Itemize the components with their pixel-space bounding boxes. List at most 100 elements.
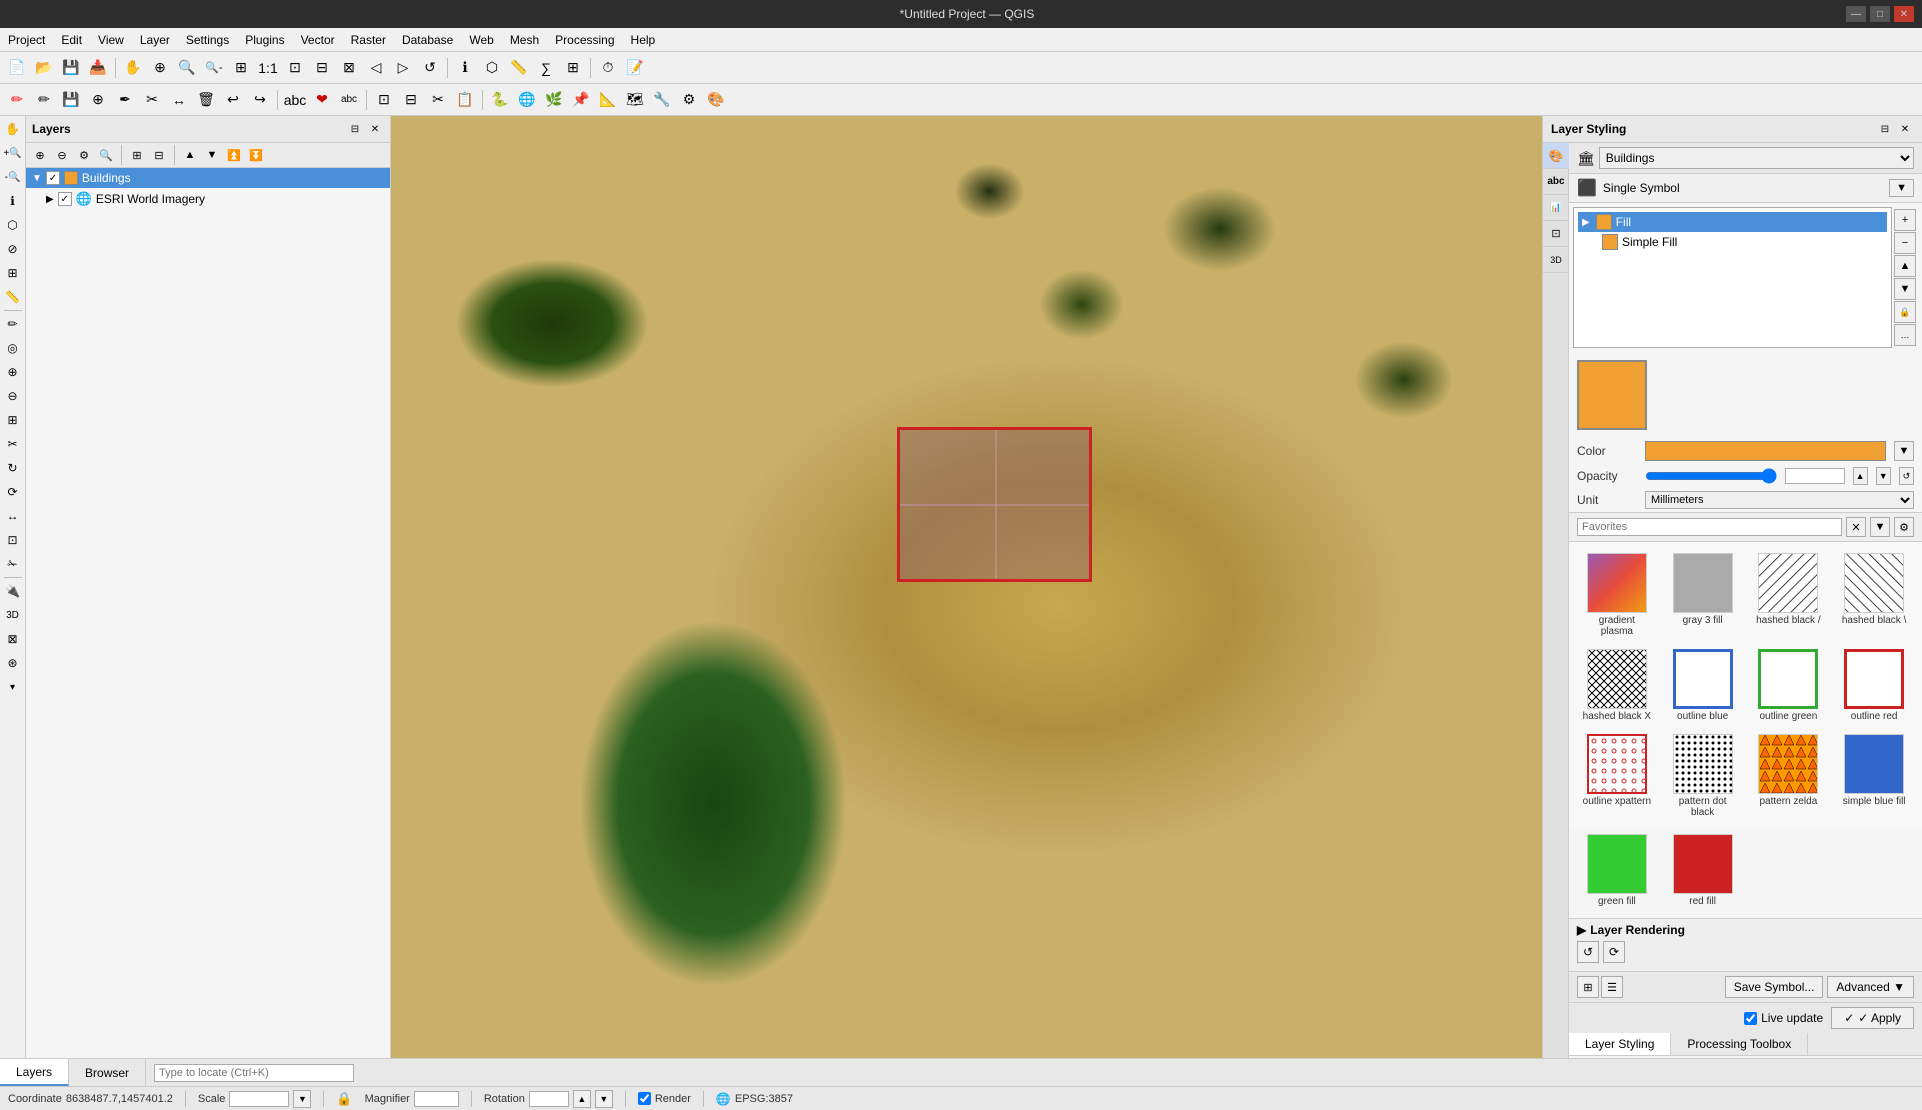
current-edit-button[interactable]: ✏ <box>4 87 30 113</box>
edit-nodes-left[interactable]: ✏ <box>2 313 24 335</box>
rotation-input[interactable]: 0.0 ° <box>529 1091 569 1107</box>
minimize-button[interactable]: — <box>1846 6 1866 22</box>
opacity-up[interactable]: ▲ <box>1853 467 1868 485</box>
save-project-button[interactable]: 💾 <box>58 55 84 81</box>
layers-detach-button[interactable]: ⊟ <box>346 120 364 138</box>
layer-rendering-title[interactable]: ▶ Layer Rendering <box>1577 923 1914 937</box>
menu-item-view[interactable]: View <box>90 28 132 51</box>
render-checkbox-wrap[interactable]: Render <box>638 1092 691 1105</box>
live-update-input[interactable] <box>1744 1012 1757 1025</box>
styling-label-tool[interactable]: abc <box>1543 169 1569 195</box>
renderer-change-button[interactable]: ▼ <box>1889 179 1914 197</box>
grass-button[interactable]: 🌿 <box>541 87 567 113</box>
opacity-reset[interactable]: ↺ <box>1899 467 1914 485</box>
pan-map-button[interactable]: ✋ <box>2 118 24 140</box>
open-project-button[interactable]: 📂 <box>31 55 57 81</box>
select-button[interactable]: ⬡ <box>479 55 505 81</box>
layer-item-esri[interactable]: ▶ ✓ 🌐 ESRI World Imagery <box>26 188 390 210</box>
edit-toggle-button[interactable]: ✏ <box>31 87 57 113</box>
snap-button[interactable]: ⊟ <box>398 87 424 113</box>
paste-features-button[interactable]: 📋 <box>452 87 478 113</box>
zoom-full[interactable]: ⊡ <box>282 55 308 81</box>
add-part-left[interactable]: ⊕ <box>2 361 24 383</box>
styling-diagram-tool[interactable]: 📊 <box>1543 195 1569 221</box>
menu-item-processing[interactable]: Processing <box>547 28 622 51</box>
symbol-tree-simple-fill[interactable]: Simple Fill <box>1578 232 1887 252</box>
cut-features-button[interactable]: ✂ <box>425 87 451 113</box>
measure-left[interactable]: 📏 <box>2 286 24 308</box>
flip-left[interactable]: ↔ <box>2 505 24 527</box>
open-layer-properties-button[interactable]: ⚙ <box>74 145 94 165</box>
favorites-options-button[interactable]: ▼ <box>1870 517 1890 537</box>
styling-close-button[interactable]: ✕ <box>1896 120 1914 138</box>
sym-hashed-black-bwd[interactable]: hashed black \ <box>1832 548 1916 642</box>
scale-input[interactable]: 1:1118 <box>229 1091 289 1107</box>
filter-layers-button[interactable]: 🔍 <box>96 145 116 165</box>
move-layer-up[interactable]: ▲ <box>180 145 200 165</box>
layer-select[interactable]: Buildings <box>1599 147 1914 169</box>
trim-left[interactable]: ✁ <box>2 553 24 575</box>
plugins-button[interactable]: 🔧 <box>649 87 675 113</box>
menu-item-web[interactable]: Web <box>461 28 501 51</box>
render-refresh-button[interactable]: ↺ <box>1577 941 1599 963</box>
remove-layer-button[interactable]: ⊖ <box>52 145 72 165</box>
opacity-down[interactable]: ▼ <box>1876 467 1891 485</box>
unit-select[interactable]: Millimeters Pixels Points <box>1645 491 1914 509</box>
statistics-button[interactable]: ∑ <box>533 55 559 81</box>
sym-simple-blue-fill[interactable]: simple blue fill <box>1832 729 1916 823</box>
rotate-left[interactable]: ⟳ <box>2 481 24 503</box>
georef-button[interactable]: 📌 <box>568 87 594 113</box>
pan-to-selection[interactable]: ⊕ <box>147 55 173 81</box>
move-feature-button[interactable]: ↔ <box>166 87 192 113</box>
open-table-button[interactable]: ⊞ <box>560 55 586 81</box>
zoom-in-button[interactable]: 🔍 <box>174 55 200 81</box>
lock-symbol[interactable]: 🔒 <box>1894 301 1916 323</box>
label-button[interactable]: abc <box>282 87 308 113</box>
remove-symbol-button[interactable]: − <box>1894 232 1916 254</box>
plugins-left[interactable]: 🔌 <box>2 580 24 602</box>
sym-outline-xpattern[interactable]: outline xpattern <box>1575 729 1659 823</box>
annotation-button[interactable]: ❤ <box>309 87 335 113</box>
menu-item-mesh[interactable]: Mesh <box>502 28 547 51</box>
sym-gray-3-fill[interactable]: gray 3 fill <box>1661 548 1745 642</box>
delete-ring-left[interactable]: ⊖ <box>2 385 24 407</box>
sym-outline-blue[interactable]: outline blue <box>1661 644 1745 727</box>
zoom-layer[interactable]: ⊟ <box>309 55 335 81</box>
color-dropdown-button[interactable]: ▼ <box>1894 441 1914 461</box>
zoom-out-left[interactable]: -🔍 <box>2 166 24 188</box>
sym-pattern-dot-black[interactable]: pattern dot black <box>1661 729 1745 823</box>
split-left[interactable]: ✂ <box>2 433 24 455</box>
favorites-clear-button[interactable]: ✕ <box>1846 517 1866 537</box>
move-symbol-down[interactable]: ▼ <box>1894 278 1916 300</box>
rotation-up[interactable]: ▲ <box>573 1090 591 1108</box>
opacity-slider[interactable] <box>1645 468 1777 484</box>
layer-item-buildings[interactable]: ▼ ✓ Buildings <box>26 168 390 188</box>
menu-item-settings[interactable]: Settings <box>178 28 237 51</box>
sym-hashed-black-fwd[interactable]: hashed black / <box>1747 548 1831 642</box>
more-options-sym[interactable]: … <box>1894 324 1916 346</box>
zoom-next[interactable]: ▷ <box>390 55 416 81</box>
zoom-last[interactable]: ◁ <box>363 55 389 81</box>
sym-outline-red[interactable]: outline red <box>1832 644 1916 727</box>
scale-dropdown[interactable]: ▼ <box>293 1090 311 1108</box>
select-left[interactable]: ⬡ <box>2 214 24 236</box>
zoom-in-left[interactable]: +🔍 <box>2 142 24 164</box>
redo-button[interactable]: ↪ <box>247 87 273 113</box>
atlas-button[interactable]: 🗺 <box>622 87 648 113</box>
zoom-selection[interactable]: ⊠ <box>336 55 362 81</box>
zoom-rubber-band[interactable]: ⊞ <box>228 55 254 81</box>
sym-pattern-zelda[interactable]: pattern zelda <box>1747 729 1831 823</box>
styling-paintbrush[interactable]: 🎨 <box>1543 143 1569 169</box>
3d-left[interactable]: 3D <box>2 604 24 626</box>
mesh-left[interactable]: ⊠ <box>2 628 24 650</box>
render-checkbox[interactable] <box>638 1092 651 1105</box>
menu-item-layer[interactable]: Layer <box>132 28 178 51</box>
reshape-button[interactable]: ✂ <box>139 87 165 113</box>
styling-detach-button[interactable]: ⊟ <box>1876 120 1894 138</box>
add-symbol-button[interactable]: + <box>1894 209 1916 231</box>
tab-layer-styling[interactable]: Layer Styling <box>1569 1033 1671 1055</box>
snap-edit-left[interactable]: ⊛ <box>2 652 24 674</box>
opacity-value[interactable]: 100.0 % <box>1785 468 1845 484</box>
menu-item-edit[interactable]: Edit <box>53 28 90 51</box>
measure-button[interactable]: 📏 <box>506 55 532 81</box>
